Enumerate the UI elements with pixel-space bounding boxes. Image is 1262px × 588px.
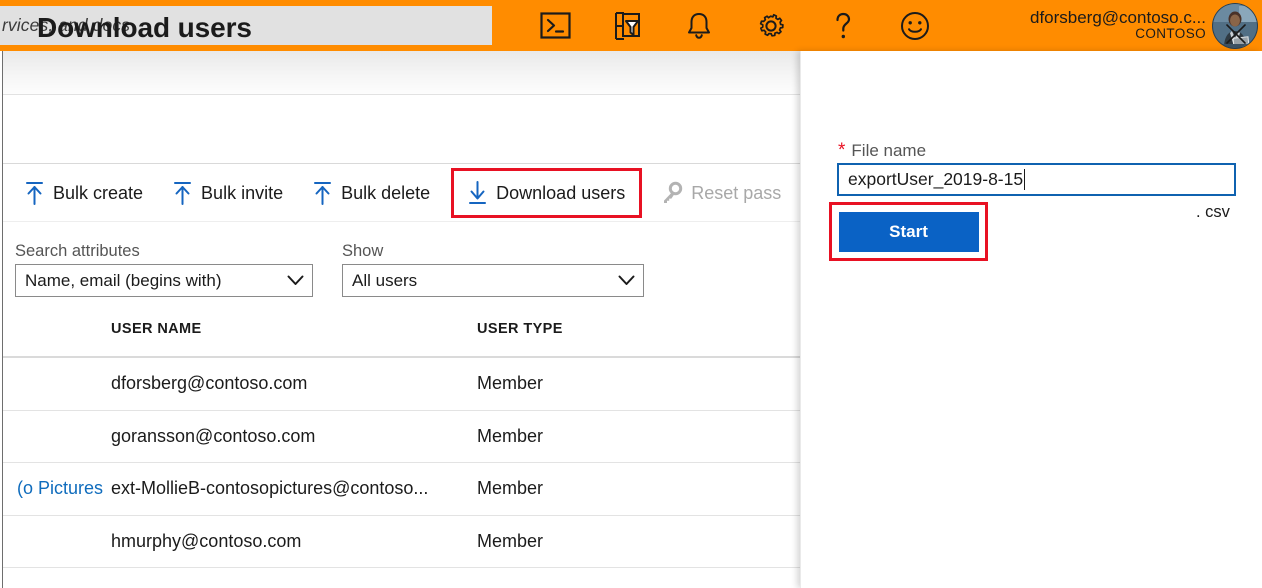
start-button-highlight: Start [829,202,988,261]
directory-filter-icon[interactable] [591,0,663,51]
feedback-smiley-icon[interactable] [879,0,951,51]
blade-title-strip [3,96,800,164]
table-header-row: USER NAME USER TYPE [3,301,800,358]
help-question-icon[interactable] [807,0,879,51]
table-row[interactable]: dforsberg@contoso.com Member [3,358,800,411]
row-user-name: dforsberg@contoso.com [107,373,477,394]
download-users-label: Download users [492,183,625,204]
row-display-name[interactable]: o Pictures) [3,478,107,499]
panel-title: Download users [37,12,252,44]
command-bar: Bulk create Bulk invite [3,165,800,222]
key-icon [657,181,687,205]
file-name-input[interactable]: exportUser_2019-8-15 [837,163,1236,196]
cloud-shell-icon[interactable] [519,0,591,51]
chevron-down-icon [604,275,635,286]
search-attributes-value: Name, email (begins with) [25,271,222,291]
search-attributes-field: Search attributes Name, email (begins wi… [15,242,313,297]
bulk-create-button[interactable]: Bulk create [15,173,153,213]
bulk-delete-button[interactable]: Bulk delete [303,173,440,213]
chevron-down-icon [273,275,304,286]
show-dropdown[interactable]: All users [342,264,644,297]
users-table: USER NAME USER TYPE dforsberg@contoso.co… [3,301,800,568]
bulk-invite-label: Bulk invite [197,183,283,204]
filter-row: Search attributes Name, email (begins wi… [3,223,800,297]
row-user-type: Member [477,426,677,447]
upload-arrow-icon [167,180,197,206]
file-name-value: exportUser_2019-8-15 [848,169,1023,190]
users-blade: Bulk create Bulk invite [0,51,800,588]
row-user-type: Member [477,531,677,552]
download-users-panel [800,51,1262,588]
notifications-bell-icon[interactable] [663,0,735,51]
row-user-name: hmurphy@contoso.com [107,531,477,552]
table-row[interactable]: goransson@contoso.com Member [3,411,800,464]
bulk-invite-button[interactable]: Bulk invite [163,173,293,213]
file-name-label-group: * File name [838,140,926,162]
search-attributes-dropdown[interactable]: Name, email (begins with) [15,264,313,297]
close-icon[interactable] [1215,14,1257,54]
upload-arrow-icon [19,180,49,206]
show-field: Show All users [342,242,644,297]
row-user-type: Member [477,478,677,499]
row-user-type: Member [477,373,677,394]
table-row[interactable]: hmurphy@contoso.com Member [3,516,800,569]
header-icon-group [519,0,951,51]
text-caret [1024,169,1025,190]
required-asterisk: * [838,140,845,162]
account-tenant: CONTOSO [1135,27,1206,41]
upload-arrow-icon [307,180,337,206]
row-user-name: ext-MollieB-contosopictures@contoso... [107,478,477,499]
bulk-create-label: Bulk create [49,183,143,204]
reset-password-button: Reset pass [653,173,791,213]
file-name-label: File name [851,141,926,161]
settings-gear-icon[interactable] [735,0,807,51]
reset-password-label: Reset pass [687,183,781,204]
show-label: Show [342,242,644,261]
bulk-delete-label: Bulk delete [337,183,430,204]
download-arrow-icon [462,180,492,206]
file-extension-label: . csv [1196,203,1230,222]
table-row[interactable]: o Pictures) ext-MollieB-contosopictures@… [3,463,800,516]
search-attributes-label: Search attributes [15,242,313,261]
column-header-user-name[interactable]: USER NAME [107,321,477,337]
account-upn: dforsberg@contoso.c... [1030,9,1206,27]
row-user-name: goransson@contoso.com [107,426,477,447]
column-header-user-type[interactable]: USER TYPE [477,321,677,337]
app-root: rvices, and docs [0,0,1262,588]
account-info[interactable]: dforsberg@contoso.c... CONTOSO [1030,0,1206,51]
breadcrumb-strip [3,51,800,95]
show-value: All users [352,271,417,291]
download-users-button[interactable]: Download users [454,171,639,215]
start-button[interactable]: Start [839,212,979,252]
